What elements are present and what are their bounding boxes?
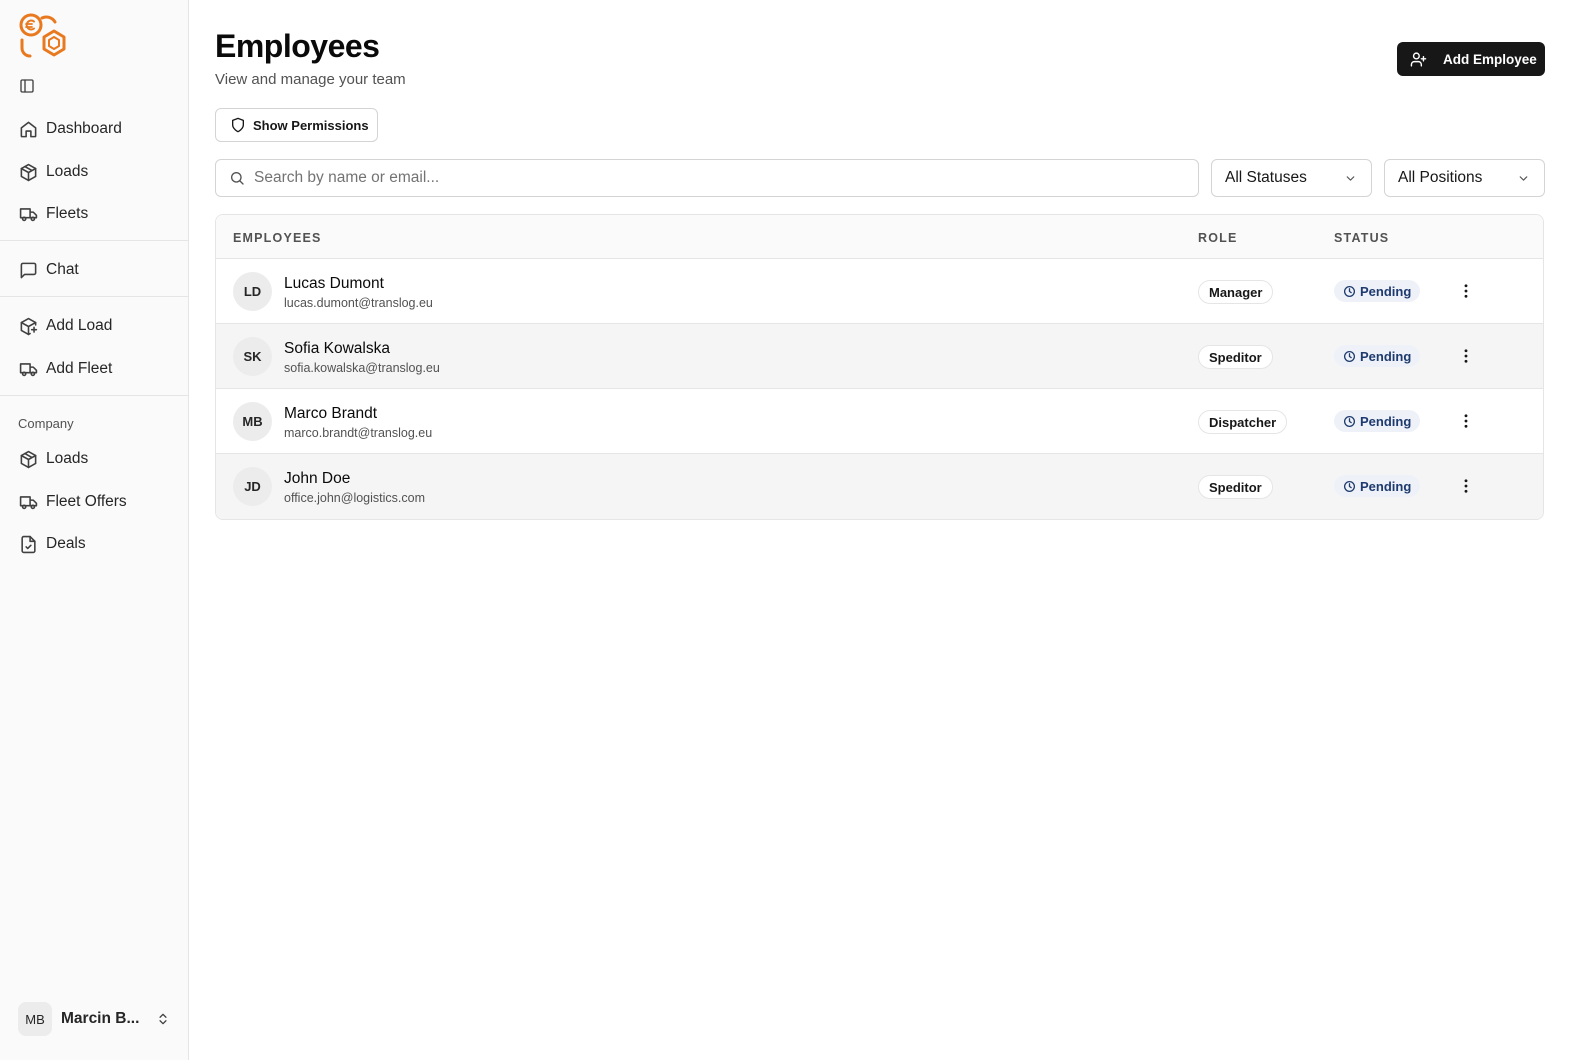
employee-name: Marco Brandt bbox=[284, 405, 378, 422]
sidebar-divider bbox=[0, 240, 188, 241]
more-vertical-icon[interactable] bbox=[1456, 281, 1476, 301]
avatar: LD bbox=[233, 272, 272, 311]
more-vertical-icon[interactable] bbox=[1456, 346, 1476, 366]
app: Dashboard Loads Fleets Chat Add Load Add… bbox=[0, 0, 1579, 1060]
sidebar-item-deals[interactable]: Deals bbox=[8, 526, 180, 562]
sidebar-item-add-load[interactable]: Add Load bbox=[8, 308, 180, 344]
sidebar-item-label: Fleet Offers bbox=[46, 493, 127, 510]
status-label: Pending bbox=[1360, 413, 1412, 429]
clock-icon bbox=[1343, 350, 1356, 363]
package-plus-icon bbox=[18, 316, 38, 336]
status-label: Pending bbox=[1360, 348, 1412, 364]
sidebar-item-fleets[interactable]: Fleets bbox=[8, 196, 180, 232]
status-label: Pending bbox=[1360, 478, 1412, 494]
sidebar-item-company-loads[interactable]: Loads bbox=[8, 441, 180, 477]
employee-name: John Doe bbox=[284, 470, 351, 487]
search-input[interactable] bbox=[254, 169, 1154, 187]
status-badge: Pending bbox=[1334, 280, 1421, 302]
status-badge: Pending bbox=[1334, 345, 1421, 367]
truck-icon bbox=[18, 359, 38, 379]
chevron-down-icon bbox=[1516, 171, 1530, 185]
sidebar-divider bbox=[0, 296, 188, 297]
position-filter-value: All Positions bbox=[1398, 169, 1483, 186]
sidebar-item-label: Add Load bbox=[46, 317, 113, 334]
shield-icon bbox=[230, 117, 246, 133]
avatar: SK bbox=[233, 337, 272, 376]
column-header-status: STATUS bbox=[1334, 231, 1390, 245]
page-subtitle: View and manage your team bbox=[215, 71, 406, 88]
search-field[interactable] bbox=[215, 159, 1199, 197]
clock-icon bbox=[1343, 285, 1356, 298]
table-row[interactable]: JD John Doe office.john@logistics.com Sp… bbox=[216, 454, 1543, 519]
table-header: EMPLOYEES ROLE STATUS bbox=[216, 215, 1543, 259]
sidebar-item-label: Loads bbox=[46, 163, 89, 180]
show-permissions-button[interactable]: Show Permissions bbox=[215, 108, 378, 142]
show-permissions-label: Show Permissions bbox=[253, 117, 369, 133]
sidebar-item-label: Deals bbox=[46, 535, 86, 552]
more-vertical-icon[interactable] bbox=[1456, 411, 1476, 431]
table-row[interactable]: SK Sofia Kowalska sofia.kowalska@translo… bbox=[216, 324, 1543, 389]
table-row[interactable]: LD Lucas Dumont lucas.dumont@translog.eu… bbox=[216, 259, 1543, 324]
add-employee-button[interactable]: Add Employee bbox=[1397, 42, 1545, 76]
truck-icon bbox=[18, 204, 38, 224]
sidebar-item-label: Fleets bbox=[46, 205, 89, 222]
avatar: JD bbox=[233, 467, 272, 506]
role-badge: Speditor bbox=[1198, 475, 1273, 499]
employee-email: lucas.dumont@translog.eu bbox=[284, 296, 433, 310]
status-badge: Pending bbox=[1334, 475, 1421, 497]
chevrons-up-down-icon bbox=[155, 1011, 171, 1027]
chevron-down-icon bbox=[1343, 171, 1357, 185]
more-vertical-icon[interactable] bbox=[1456, 476, 1476, 496]
clock-icon bbox=[1343, 480, 1356, 493]
sidebar-item-label: Chat bbox=[46, 261, 79, 278]
sidebar-item-label: Loads bbox=[46, 450, 89, 467]
clock-icon bbox=[1343, 415, 1356, 428]
search-icon bbox=[229, 170, 245, 186]
status-filter-value: All Statuses bbox=[1225, 169, 1307, 186]
column-header-role: ROLE bbox=[1198, 231, 1238, 245]
employees-table: EMPLOYEES ROLE STATUS LD Lucas Dumont lu… bbox=[215, 214, 1544, 520]
column-header-employees: EMPLOYEES bbox=[233, 231, 322, 245]
sidebar-item-loads[interactable]: Loads bbox=[8, 154, 180, 190]
avatar: MB bbox=[18, 1002, 52, 1036]
sidebar-toggle-icon[interactable] bbox=[18, 77, 36, 95]
user-name: Marcin B... bbox=[61, 1010, 140, 1027]
sidebar-item-chat[interactable]: Chat bbox=[8, 252, 180, 288]
role-badge: Speditor bbox=[1198, 345, 1273, 369]
user-menu[interactable]: MB Marcin B... bbox=[18, 1002, 178, 1036]
home-icon bbox=[18, 119, 38, 139]
sidebar-item-fleet-offers[interactable]: Fleet Offers bbox=[8, 484, 180, 520]
employee-email: office.john@logistics.com bbox=[284, 491, 425, 505]
sidebar-item-add-fleet[interactable]: Add Fleet bbox=[8, 351, 180, 387]
sidebar-group-label: Company bbox=[18, 416, 74, 431]
table-row[interactable]: MB Marco Brandt marco.brandt@translog.eu… bbox=[216, 389, 1543, 454]
role-badge: Manager bbox=[1198, 280, 1274, 304]
sidebar-divider bbox=[0, 395, 188, 396]
file-check-icon bbox=[18, 534, 38, 554]
employee-name: Lucas Dumont bbox=[284, 275, 384, 292]
sidebar-item-label: Add Fleet bbox=[46, 360, 113, 377]
main-content: Employees View and manage your team Add … bbox=[189, 0, 1579, 1060]
employee-email: marco.brandt@translog.eu bbox=[284, 426, 433, 440]
avatar: MB bbox=[233, 402, 272, 441]
message-square-icon bbox=[18, 260, 38, 280]
truck-icon bbox=[18, 492, 38, 512]
package-icon bbox=[18, 162, 38, 182]
sidebar: Dashboard Loads Fleets Chat Add Load Add… bbox=[0, 0, 189, 1060]
add-employee-label: Add Employee bbox=[1443, 51, 1537, 67]
position-filter-select[interactable]: All Positions bbox=[1384, 159, 1545, 197]
role-badge: Dispatcher bbox=[1198, 410, 1288, 434]
employee-email: sofia.kowalska@translog.eu bbox=[284, 361, 440, 375]
user-plus-icon bbox=[1409, 50, 1427, 68]
status-badge: Pending bbox=[1334, 410, 1421, 432]
sidebar-item-dashboard[interactable]: Dashboard bbox=[8, 111, 180, 147]
brand-logo[interactable] bbox=[18, 12, 68, 60]
status-label: Pending bbox=[1360, 283, 1412, 299]
sidebar-item-label: Dashboard bbox=[46, 120, 122, 137]
package-icon bbox=[18, 449, 38, 469]
status-filter-select[interactable]: All Statuses bbox=[1211, 159, 1372, 197]
page-title: Employees bbox=[215, 28, 380, 64]
employee-name: Sofia Kowalska bbox=[284, 340, 390, 357]
